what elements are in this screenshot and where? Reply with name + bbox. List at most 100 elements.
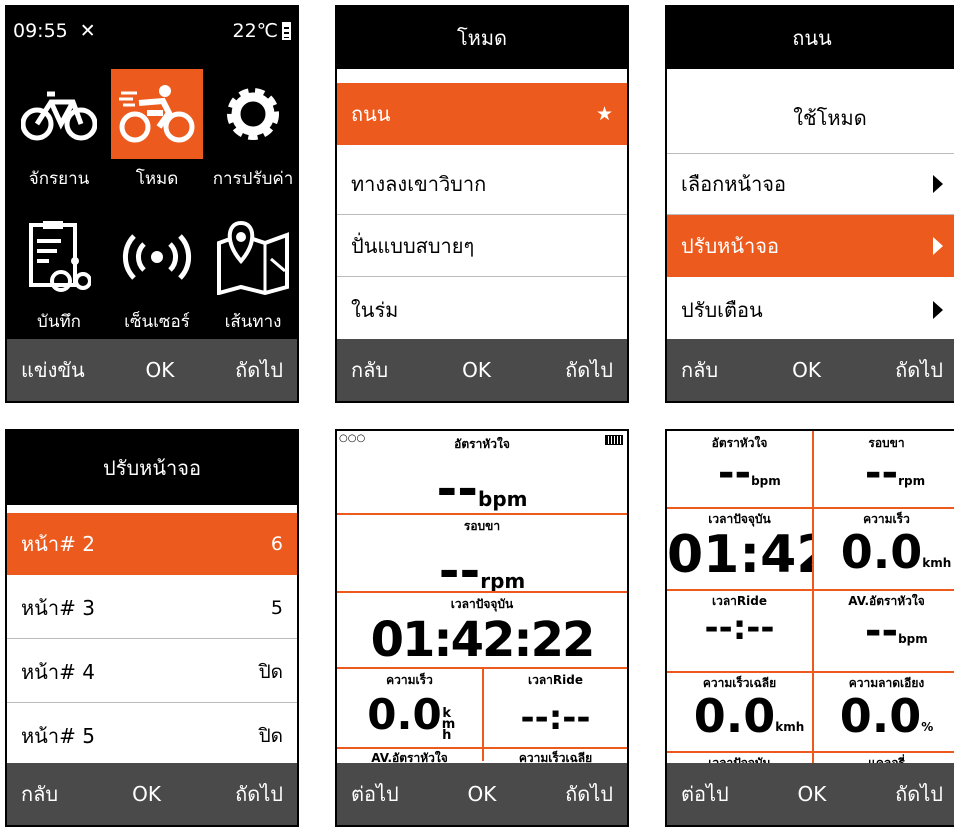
item-label: ทางลงเขาวิบาก [351,171,487,196]
field-value: --:-- [704,608,775,648]
mode-item-mtb[interactable]: ทางลงเขาวิบาก [337,153,627,215]
page-row[interactable]: หน้า# 3 5 [7,577,297,639]
gps-off-icon: ✕ [79,20,96,42]
screen-title: ถนน [667,7,954,69]
next-button[interactable]: ถัดไป [235,354,283,386]
bottom-bar: ต่อไป OK ถัดไป [337,763,627,825]
next-button[interactable]: ถัดไป [565,354,613,386]
field-value: 01:42:22 [370,612,596,668]
back-button[interactable]: กลับ [681,354,718,386]
divider [337,591,627,593]
tile-history[interactable]: บันทึก [13,212,105,335]
field-cadence: รอบขา --rpm [337,517,627,600]
field-label: ความเร็ว [386,673,433,687]
row-label: หน้า# 5 [21,724,95,748]
cyclist-icon [111,69,203,159]
field-current-time: เวลาปัจจุบัน 01:42:22 [337,595,627,668]
data-field: ความลาดเอียง 0.0% [814,674,954,751]
field-value: -- [436,460,479,518]
item-label: เลือกหน้าจอ [681,172,787,196]
next-button[interactable]: ถัดไป [235,778,283,810]
adjust-alert-item[interactable]: ปรับเตือน [667,279,954,341]
data-field: ความเร็ว 0.0kmh [814,510,954,589]
tile-label: จักรยาน [28,169,90,189]
field-unit: kmh [775,720,805,734]
item-label: ในร่ม [351,298,399,322]
star-icon: ★ [595,103,613,125]
temperature: 22℃ [232,20,278,42]
data-page-2: อัตราหัวใจ --bpm รอบขา --rpm เวลาปัจจุบัน 01:… [665,429,954,827]
field-label: รอบขา [463,519,501,533]
item-label: ปั่นแบบสบายๆ [351,233,475,258]
tile-label: เซ็นเซอร์ [124,312,190,332]
back-button[interactable]: กลับ [351,354,388,386]
prev-button[interactable]: ต่อไป [681,778,729,810]
gear-icon [207,69,297,159]
item-label: ถนน [351,102,391,126]
use-mode-item[interactable]: ใช้โหมด [667,87,954,149]
field-value: 01:42 [667,525,812,585]
next-button[interactable]: ถัดไป [895,354,943,386]
tile-sensor[interactable]: เซ็นเซอร์ [111,212,203,335]
page-row[interactable]: หน้า# 2 6 [7,513,297,575]
bottom-bar: กลับ OK ถัดไป [337,339,627,401]
main-menu-screen: 09:55 ✕ 22℃ จักรยาน โหมด การปรับค่า บันท… [5,5,299,403]
battery-icon [282,22,291,40]
next-button[interactable]: ถัดไป [895,778,943,810]
ok-button[interactable]: OK [792,358,821,382]
row-label: หน้า# 2 [21,532,95,556]
field-unit: bpm [898,632,928,646]
divider [667,671,954,673]
bicycle-icon [13,69,105,159]
field-heart-rate: อัตราหัวใจ --bpm [337,435,627,518]
adjust-screen: ปรับหน้าจอ หน้า# 26 หน้า# 35 หน้า# 4 ปิด … [5,429,299,827]
data-field: อัตราหัวใจ --bpm [667,434,812,507]
data-field: รอบขา --rpm [814,434,954,507]
field-unit: % [921,720,934,734]
tile-bicycle[interactable]: จักรยาน [13,69,105,192]
field-unit: bpm [478,487,528,511]
item-label: ปรับหน้าจอ [681,234,779,258]
field-unit: kmh [441,706,456,743]
ok-button[interactable]: OK [798,782,827,806]
ok-button[interactable]: OK [462,358,491,382]
tile-label: โหมด [135,169,179,189]
adjust-screen-item[interactable]: ปรับหน้าจอ [667,215,954,277]
divider [812,431,814,765]
tile-settings[interactable]: การปรับค่า [207,69,297,192]
page-row[interactable]: หน้า# 4 ปิด [7,641,297,703]
race-button[interactable]: แข่งขัน [21,354,85,386]
bottom-bar: กลับ OK ถัดไป [7,763,297,825]
ok-button[interactable]: OK [468,782,497,806]
field-value: --:-- [520,698,591,738]
map-pin-icon [207,212,297,302]
screen-title: โหมด [337,7,627,69]
tile-route[interactable]: เส้นทาง [207,212,297,335]
page-row[interactable]: หน้า# 5 ปิด [7,705,297,767]
back-button[interactable]: กลับ [21,778,58,810]
mode-item-casual[interactable]: ปั่นแบบสบายๆ [337,215,627,277]
tile-mode[interactable]: โหมด [111,69,203,192]
divider [667,751,954,753]
field-value: 0.0 [839,689,922,743]
row-value: 6 [270,533,283,555]
prev-button[interactable]: ต่อไป [351,778,399,810]
tile-label: การปรับค่า [212,169,294,189]
field-unit: rpm [898,474,926,488]
row-value: ปิด [258,725,283,747]
row-value: ปิด [258,660,283,683]
select-screen-item[interactable]: เลือกหน้าจอ [667,153,954,215]
field-label: เวลาRide [527,673,583,687]
sensor-signal-icon [111,212,203,302]
arrow-right-icon [933,237,943,255]
ok-button[interactable]: OK [132,782,161,806]
next-button[interactable]: ถัดไป [565,778,613,810]
field-value: -- [864,608,899,654]
mode-item-road[interactable]: ถนน ★ [337,83,627,145]
data-field: AV.อัตราหัวใจ --bpm [814,592,954,671]
tile-label: บันทึก [37,312,81,332]
field-unit: rpm [480,569,526,593]
mode-item-indoor[interactable]: ในร่ม [337,279,627,341]
ok-button[interactable]: OK [145,358,174,382]
field-value: -- [717,450,752,496]
